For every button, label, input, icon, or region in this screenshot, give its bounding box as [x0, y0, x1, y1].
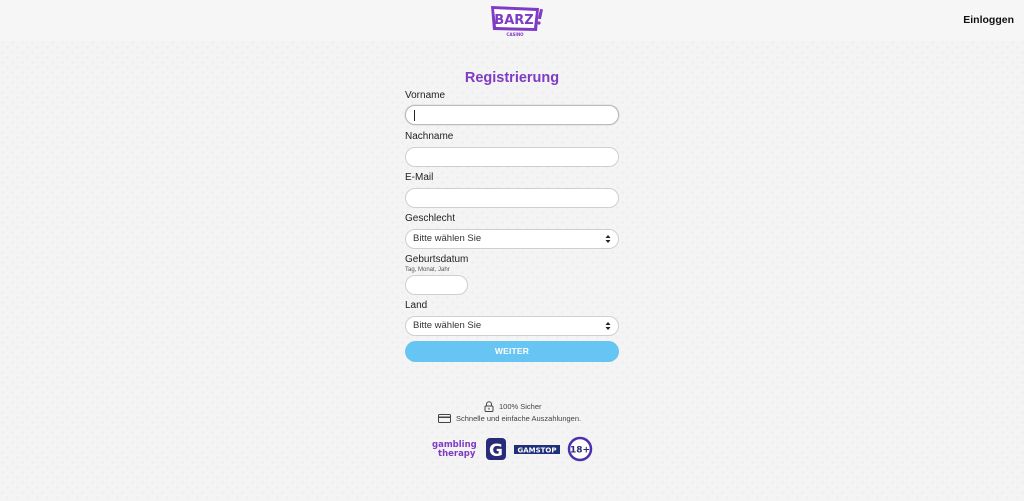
gamstop-logo[interactable]: GAMSTOP [514, 445, 560, 455]
select-arrows-icon [605, 235, 611, 243]
age-18-plus-badge[interactable]: 18+ [567, 436, 593, 462]
gender-label: Geschlecht [405, 213, 456, 224]
barz-casino-logo[interactable]: BARZ CASINO [489, 4, 545, 38]
svg-text:18+: 18+ [570, 446, 590, 456]
birthdate-label: Geburtsdatum [405, 254, 469, 265]
text-caret [414, 110, 415, 121]
gender-select[interactable]: Bitte wählen Sie [405, 229, 619, 249]
email-label: E-Mail [405, 172, 434, 183]
page-title: Registrierung [464, 70, 560, 86]
payout-notice: Schnelle und einfache Auszahlungen. [438, 414, 581, 423]
gamcare-logo[interactable]: G [486, 438, 506, 461]
secure-notice: 100% Sicher [484, 401, 542, 412]
select-arrows-icon [605, 322, 611, 330]
birthdate-input[interactable] [405, 275, 468, 295]
secure-text: 100% Sicher [499, 402, 542, 411]
svg-text:G: G [489, 441, 503, 461]
gambling-therapy-logo[interactable]: gambling therapy [432, 440, 477, 459]
svg-text:CASINO: CASINO [506, 32, 524, 37]
last-name-input[interactable] [405, 147, 619, 167]
payout-text: Schnelle und einfache Auszahlungen. [456, 414, 582, 423]
svg-text:therapy: therapy [438, 449, 476, 459]
credit-card-icon [438, 414, 451, 423]
country-select[interactable]: Bitte wählen Sie [405, 316, 619, 336]
country-label: Land [405, 300, 428, 311]
birthdate-hint: Tag, Monat, Jahr [405, 267, 450, 273]
continue-button[interactable]: WEITER [405, 341, 619, 362]
country-selected-value: Bitte wählen Sie [413, 320, 482, 331]
email-input[interactable] [405, 188, 619, 208]
gender-selected-value: Bitte wählen Sie [413, 233, 482, 244]
first-name-input[interactable] [405, 105, 619, 125]
first-name-label: Vorname [405, 90, 446, 101]
lock-icon [484, 401, 494, 412]
top-bar: BARZ CASINO Einloggen [0, 0, 1024, 41]
responsible-gambling-badges: gambling therapy G GAMSTOP 18+ [432, 436, 593, 462]
svg-text:GAMSTOP: GAMSTOP [517, 447, 556, 455]
svg-text:BARZ: BARZ [494, 13, 533, 28]
last-name-label: Nachname [405, 131, 454, 142]
login-link[interactable]: Einloggen [963, 14, 1014, 26]
